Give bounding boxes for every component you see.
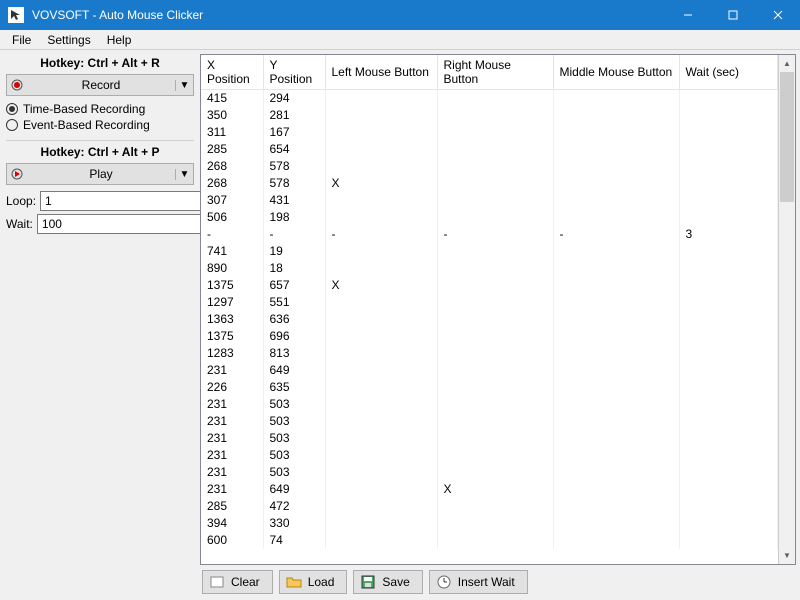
table-row[interactable]: 231503 [201, 464, 778, 481]
record-dropdown[interactable]: ▼ [175, 80, 193, 91]
loop-input[interactable]: ▲▼ [40, 191, 221, 211]
events-table[interactable]: X Position Y Position Left Mouse Button … [200, 54, 796, 565]
folder-open-icon [286, 574, 302, 590]
sidebar: Hotkey: Ctrl + Alt + R Record ▼ Time-Bas… [0, 50, 200, 600]
clear-icon [209, 574, 225, 590]
play-button-label: Play [27, 167, 175, 181]
table-scrollbar[interactable]: ▲ ▼ [778, 55, 795, 564]
table-row[interactable]: 226635 [201, 379, 778, 396]
col-right[interactable]: Right Mouse Button [437, 55, 553, 90]
col-wait[interactable]: Wait (sec) [679, 55, 778, 90]
wait-label: Wait: [6, 217, 33, 231]
table-row[interactable]: 350281 [201, 107, 778, 124]
table-row[interactable]: 231649X [201, 481, 778, 498]
scroll-down-icon[interactable]: ▼ [779, 547, 795, 564]
table-row[interactable]: 415294 [201, 90, 778, 107]
menu-help[interactable]: Help [99, 31, 140, 49]
maximize-button[interactable] [710, 0, 755, 30]
window-title: VOVSOFT - Auto Mouse Clicker [32, 8, 665, 22]
play-icon [7, 168, 27, 180]
minimize-button[interactable] [665, 0, 710, 30]
col-middle[interactable]: Middle Mouse Button [553, 55, 679, 90]
table-row[interactable]: 231503 [201, 413, 778, 430]
col-x[interactable]: X Position [201, 55, 263, 90]
time-based-radio[interactable]: Time-Based Recording [6, 102, 194, 116]
titlebar[interactable]: VOVSOFT - Auto Mouse Clicker [0, 0, 800, 30]
clear-button[interactable]: Clear [202, 570, 273, 594]
table-row[interactable]: 1375657X [201, 277, 778, 294]
wait-row: Wait: ▲▼ msec [6, 214, 194, 234]
divider [6, 140, 194, 141]
table-row[interactable]: 1297551 [201, 294, 778, 311]
menu-settings[interactable]: Settings [39, 31, 98, 49]
scroll-up-icon[interactable]: ▲ [779, 55, 795, 72]
record-button-label: Record [27, 78, 175, 92]
menubar: File Settings Help [0, 30, 800, 50]
main-area: X Position Y Position Left Mouse Button … [200, 50, 800, 600]
table-row[interactable]: 60074 [201, 532, 778, 549]
loop-label: Loop: [6, 194, 36, 208]
close-button[interactable] [755, 0, 800, 30]
menu-file[interactable]: File [4, 31, 39, 49]
record-hotkey-label: Hotkey: Ctrl + Alt + R [6, 56, 194, 70]
app-icon [8, 7, 24, 23]
table-row[interactable]: 231503 [201, 396, 778, 413]
table-row[interactable]: 1363636 [201, 311, 778, 328]
load-button[interactable]: Load [279, 570, 348, 594]
event-based-radio[interactable]: Event-Based Recording [6, 118, 194, 132]
table-row[interactable]: 1375696 [201, 328, 778, 345]
table-row[interactable]: 89018 [201, 260, 778, 277]
table-row[interactable]: 231503 [201, 430, 778, 447]
scroll-thumb[interactable] [780, 72, 794, 202]
table-row[interactable]: -----3 [201, 226, 778, 243]
play-dropdown[interactable]: ▼ [175, 169, 193, 180]
record-icon [7, 79, 27, 91]
table-row[interactable]: 285472 [201, 498, 778, 515]
save-button[interactable]: Save [353, 570, 422, 594]
play-hotkey-label: Hotkey: Ctrl + Alt + P [6, 145, 194, 159]
loop-field[interactable] [41, 192, 204, 210]
table-row[interactable]: 311167 [201, 124, 778, 141]
table-row[interactable]: 74119 [201, 243, 778, 260]
table-row[interactable]: 394330 [201, 515, 778, 532]
clock-icon [436, 574, 452, 590]
table-row[interactable]: 285654 [201, 141, 778, 158]
insert-wait-button[interactable]: Insert Wait [429, 570, 528, 594]
wait-field[interactable] [38, 215, 201, 233]
table-row[interactable]: 268578 [201, 158, 778, 175]
table-row[interactable]: 231649 [201, 362, 778, 379]
table-row[interactable]: 231503 [201, 447, 778, 464]
bottom-toolbar: Clear Load Save Insert Wait [200, 565, 796, 596]
col-y[interactable]: Y Position [263, 55, 325, 90]
radio-icon [6, 119, 18, 131]
radio-icon [6, 103, 18, 115]
table-row[interactable]: 506198 [201, 209, 778, 226]
table-row[interactable]: 307431 [201, 192, 778, 209]
table-row[interactable]: 268578X [201, 175, 778, 192]
record-button[interactable]: Record ▼ [6, 74, 194, 96]
table-row[interactable]: 1283813 [201, 345, 778, 362]
play-button[interactable]: Play ▼ [6, 163, 194, 185]
wait-input[interactable]: ▲▼ [37, 214, 218, 234]
col-left[interactable]: Left Mouse Button [325, 55, 437, 90]
save-icon [360, 574, 376, 590]
loop-row: Loop: ▲▼ Infinite [6, 191, 194, 211]
